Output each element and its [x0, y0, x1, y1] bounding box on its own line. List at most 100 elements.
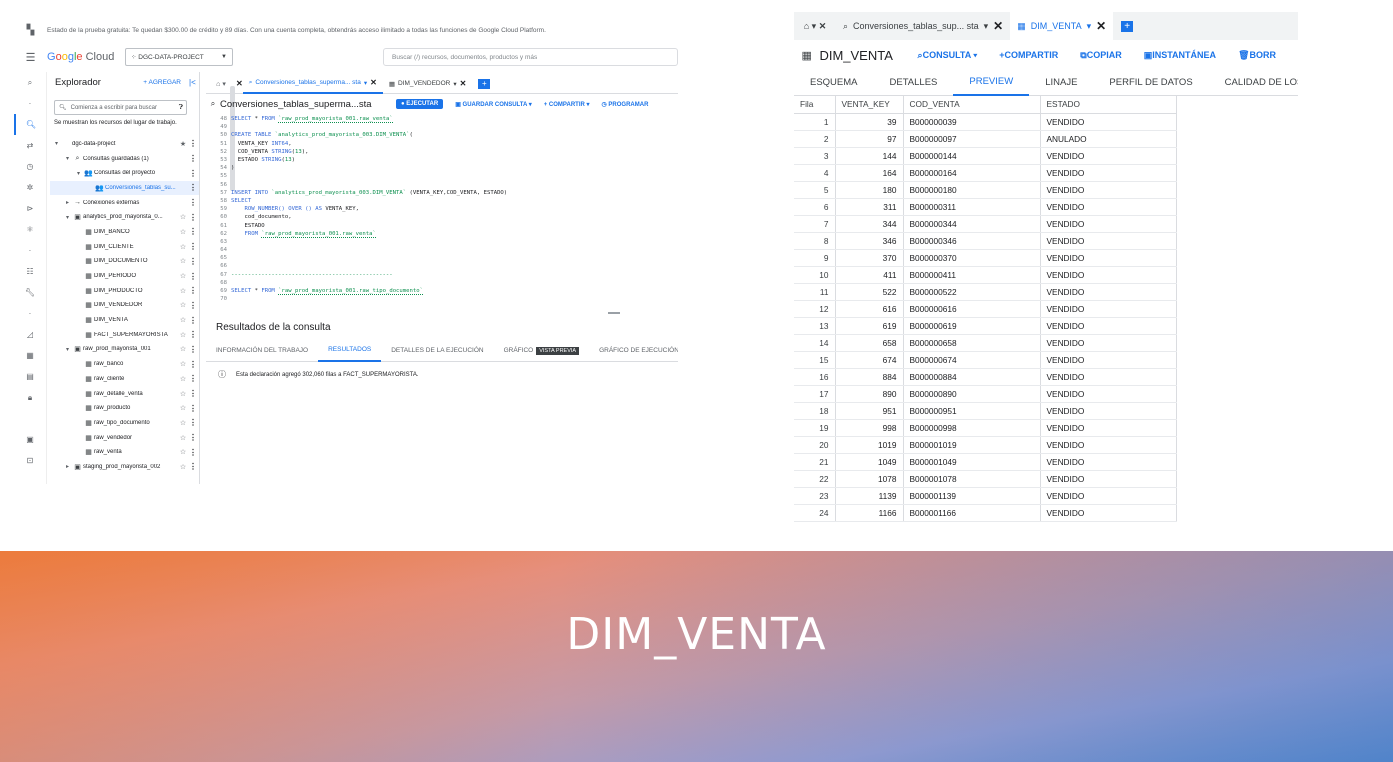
- dot-icon[interactable]: ·: [14, 93, 46, 114]
- list-icon[interactable]: ☷: [14, 261, 46, 282]
- cod-venta-cell[interactable]: B000000144: [903, 147, 1041, 165]
- tab-data-profile[interactable]: PERFIL DE DATOS: [1093, 70, 1208, 96]
- venta-key-cell[interactable]: 1166: [835, 504, 904, 522]
- estado-cell[interactable]: VENDIDO: [1040, 300, 1177, 318]
- tab-schema[interactable]: ESQUEMA: [794, 70, 874, 96]
- venta-key-cell[interactable]: 1078: [835, 470, 904, 488]
- tree-node[interactable]: ▦ FACT_SUPERMAYORISTA ☆ ⋮: [50, 327, 199, 342]
- cod-venta-cell[interactable]: B000000311: [903, 198, 1041, 216]
- wrench-icon[interactable]: 🔧︎: [14, 282, 46, 303]
- venta-key-cell[interactable]: 998: [835, 419, 904, 437]
- tree-node[interactable]: ▦ raw_banco ☆ ⋮: [50, 357, 199, 372]
- star-icon[interactable]: ☆: [177, 360, 189, 368]
- more-vert-icon[interactable]: ⋮: [189, 462, 197, 471]
- editor-tab[interactable]: ⌕ Conversiones_tablas_sup... sta ▾ ✕: [836, 12, 1010, 40]
- row-number-cell[interactable]: 18: [794, 402, 836, 420]
- cod-venta-cell[interactable]: B000000674: [903, 351, 1041, 369]
- expand-chevron-icon[interactable]: ▾: [74, 170, 83, 177]
- venta-key-cell[interactable]: 884: [835, 368, 904, 386]
- cod-venta-cell[interactable]: B000000344: [903, 215, 1041, 233]
- explorer-search-input[interactable]: 🔍︎ Comienza a escribir para buscar ❓︎: [54, 100, 187, 115]
- run-button[interactable]: ● EJECUTAR: [396, 99, 444, 109]
- venta-key-cell[interactable]: 951: [835, 402, 904, 420]
- cod-venta-cell[interactable]: B000001078: [903, 470, 1041, 488]
- estado-cell[interactable]: VENDIDO: [1040, 164, 1177, 182]
- row-number-cell[interactable]: 20: [794, 436, 836, 454]
- more-vert-icon[interactable]: ⋮: [189, 213, 197, 222]
- copy-action-button[interactable]: ⧉COPIAR: [1080, 50, 1121, 61]
- star-icon[interactable]: ☆: [177, 243, 189, 251]
- column-header[interactable]: VENTA_KEY: [835, 96, 904, 114]
- venta-key-cell[interactable]: 1139: [835, 487, 904, 505]
- estado-cell[interactable]: VENDIDO: [1040, 470, 1177, 488]
- history-icon[interactable]: ◷: [14, 156, 46, 177]
- more-vert-icon[interactable]: ⋮: [189, 154, 197, 163]
- more-vert-icon[interactable]: ⋮: [189, 301, 197, 310]
- tree-node[interactable]: ▦ DIM_DOCUMENTO ☆ ⋮: [50, 254, 199, 269]
- more-vert-icon[interactable]: ⋮: [189, 257, 197, 266]
- venta-key-cell[interactable]: 658: [835, 334, 904, 352]
- tree-node[interactable]: ▾ ⌕ Consultas guardadas (1) ⋮: [50, 151, 199, 166]
- tree-node[interactable]: ▦ DIM_PERIODO ☆ ⋮: [50, 269, 199, 284]
- venta-key-cell[interactable]: 346: [835, 232, 904, 250]
- row-number-cell[interactable]: 5: [794, 181, 836, 199]
- star-icon[interactable]: ☆: [177, 331, 189, 339]
- estado-cell[interactable]: VENDIDO: [1040, 368, 1177, 386]
- venta-key-cell[interactable]: 344: [835, 215, 904, 233]
- star-icon[interactable]: ☆: [177, 419, 189, 427]
- star-icon[interactable]: ☆: [177, 448, 189, 456]
- row-number-cell[interactable]: 14: [794, 334, 836, 352]
- more-vert-icon[interactable]: ⋮: [189, 389, 197, 398]
- expand-chevron-icon[interactable]: ▾: [63, 346, 72, 353]
- column-header[interactable]: Fila: [794, 96, 836, 114]
- tab-preview[interactable]: PREVIEW: [953, 70, 1030, 96]
- tab-data-quality[interactable]: CALIDAD DE LOS DATOS: [1209, 70, 1298, 96]
- chevron-down-icon[interactable]: ▾: [364, 79, 367, 87]
- home-tab-icon[interactable]: ⌂ ▾: [206, 80, 236, 88]
- cod-venta-cell[interactable]: B000000346: [903, 232, 1041, 250]
- star-icon[interactable]: ☆: [177, 345, 189, 353]
- venta-key-cell[interactable]: 522: [835, 283, 904, 301]
- row-number-cell[interactable]: 12: [794, 300, 836, 318]
- estado-cell[interactable]: VENDIDO: [1040, 198, 1177, 216]
- more-vert-icon[interactable]: ⋮: [189, 448, 197, 457]
- star-icon[interactable]: ☆: [177, 301, 189, 309]
- estado-cell[interactable]: VENDIDO: [1040, 334, 1177, 352]
- cod-venta-cell[interactable]: B000000884: [903, 368, 1041, 386]
- estado-cell[interactable]: VENDIDO: [1040, 249, 1177, 267]
- tab-execution-details[interactable]: DETALLES DE LA EJECUCIÓN: [381, 340, 493, 362]
- more-vert-icon[interactable]: ⋮: [189, 360, 197, 369]
- tab-details[interactable]: DETALLES: [874, 70, 954, 96]
- close-icon[interactable]: ✕: [1096, 19, 1106, 33]
- grid-icon[interactable]: ▦: [14, 345, 46, 366]
- dataflow-icon[interactable]: ⊳: [14, 198, 46, 219]
- star-icon[interactable]: ☆: [177, 404, 189, 412]
- cod-venta-cell[interactable]: B000000370: [903, 249, 1041, 267]
- dot-icon-3[interactable]: ·: [14, 303, 46, 324]
- share-action-button[interactable]: +COMPARTIR: [999, 50, 1058, 60]
- chevron-down-icon[interactable]: ▾: [1087, 21, 1092, 32]
- tree-node[interactable]: ▦ DIM_CLIENTE ☆ ⋮: [50, 239, 199, 254]
- close-icon[interactable]: ✕: [460, 79, 467, 88]
- more-vert-icon[interactable]: ⋮: [189, 418, 197, 427]
- graph-icon[interactable]: ⚛: [14, 219, 46, 240]
- share-button[interactable]: + COMPARTIR ▾: [544, 101, 590, 108]
- row-number-cell[interactable]: 13: [794, 317, 836, 335]
- tree-node[interactable]: 👥 Conversiones_tablas_su... ⋮: [50, 180, 199, 196]
- estado-cell[interactable]: VENDIDO: [1040, 419, 1177, 437]
- star-icon[interactable]: ☆: [177, 463, 189, 471]
- estado-cell[interactable]: ANULADO: [1040, 130, 1177, 148]
- expand-chevron-icon[interactable]: ▾: [63, 214, 72, 221]
- analytics-hub-icon[interactable]: ✲: [14, 177, 46, 198]
- more-vert-icon[interactable]: ⋮: [189, 242, 197, 251]
- column-header[interactable]: COD_VENTA: [903, 96, 1041, 114]
- monitoring-icon[interactable]: ◿: [14, 324, 46, 345]
- cod-venta-cell[interactable]: B000000039: [903, 113, 1041, 131]
- collapse-panel-icon[interactable]: |<: [189, 78, 199, 87]
- close-icon[interactable]: ✕: [370, 78, 377, 87]
- google-cloud-logo[interactable]: Google Cloud: [47, 51, 125, 63]
- row-number-cell[interactable]: 23: [794, 487, 836, 505]
- more-vert-icon[interactable]: ⋮: [189, 374, 197, 383]
- estado-cell[interactable]: VENDIDO: [1040, 487, 1177, 505]
- venta-key-cell[interactable]: 311: [835, 198, 904, 216]
